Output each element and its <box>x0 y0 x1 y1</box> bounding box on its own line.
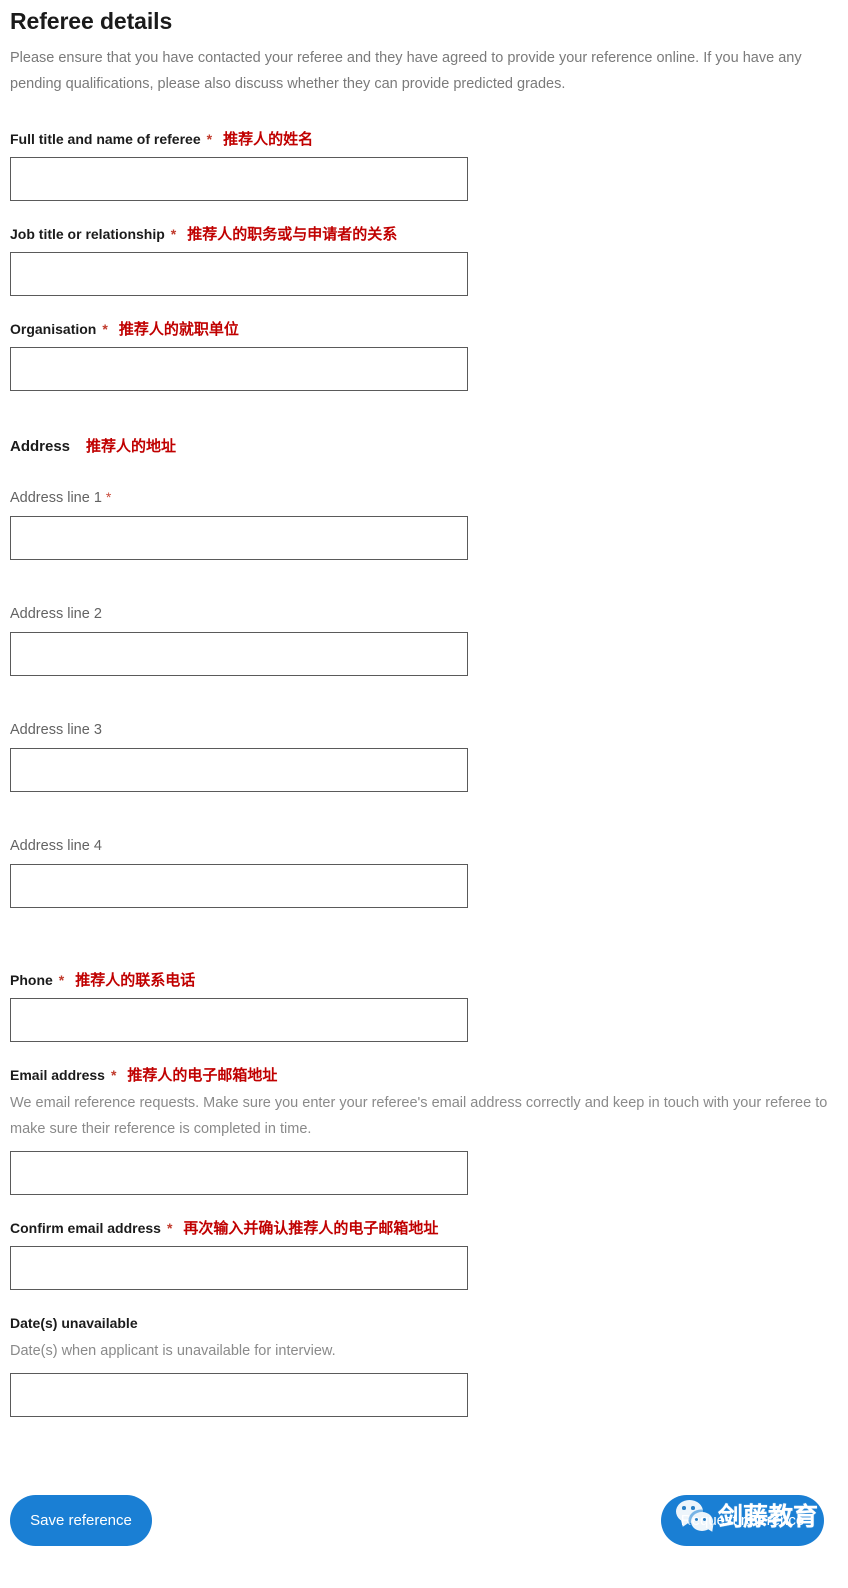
input-full-name[interactable] <box>10 157 468 201</box>
input-address-line-2[interactable] <box>10 632 468 676</box>
input-confirm-email[interactable] <box>10 1246 468 1290</box>
label-text: Email address <box>10 1067 105 1083</box>
label-dates-unavailable: Date(s) unavailable <box>10 1314 838 1332</box>
field-full-name: Full title and name of referee * 推荐人的姓名 <box>10 130 838 201</box>
field-address-line-3: Address line 3 <box>10 721 838 792</box>
required-asterisk: * <box>102 321 108 337</box>
request-reference-button[interactable]: Request reference <box>661 1495 824 1546</box>
intro-paragraph: Please ensure that you have contacted yo… <box>10 50 802 92</box>
referee-details-page: Referee details Please ensure that you h… <box>0 0 848 1588</box>
label-confirm-email: Confirm email address * 再次输入并确认推荐人的电子邮箱地… <box>10 1219 838 1237</box>
label-text: Organisation <box>10 321 97 337</box>
input-job-title[interactable] <box>10 252 468 296</box>
label-text: Phone <box>10 972 53 988</box>
input-organisation[interactable] <box>10 347 468 391</box>
label-text: Date(s) unavailable <box>10 1315 138 1331</box>
field-address-line-2: Address line 2 <box>10 605 838 676</box>
label-address-line-1: Address line 1 * <box>10 488 838 507</box>
label-job-title: Job title or relationship * 推荐人的职务或与申请者的… <box>10 225 838 243</box>
label-address-line-2: Address line 2 <box>10 605 838 623</box>
required-asterisk: * <box>206 131 213 147</box>
field-confirm-email: Confirm email address * 再次输入并确认推荐人的电子邮箱地… <box>10 1219 838 1290</box>
required-asterisk: * <box>166 1220 173 1236</box>
save-reference-button[interactable]: Save reference <box>10 1495 152 1546</box>
annotation-phone: 推荐人的联系电话 <box>75 971 196 989</box>
field-job-title: Job title or relationship * 推荐人的职务或与申请者的… <box>10 225 838 296</box>
field-phone: Phone * 推荐人的联系电话 <box>10 971 838 1042</box>
label-address-line-4: Address line 4 <box>10 837 838 855</box>
field-email: Email address * 推荐人的电子邮箱地址 We email refe… <box>10 1066 838 1195</box>
footer-actions: Save reference Request reference <box>0 1495 848 1555</box>
required-asterisk: * <box>110 1067 117 1083</box>
label-text: Full title and name of referee <box>10 131 201 147</box>
input-address-line-1[interactable] <box>10 516 468 560</box>
annotation-job-title: 推荐人的职务或与申请者的关系 <box>187 225 398 243</box>
input-address-line-4[interactable] <box>10 864 468 908</box>
required-asterisk: * <box>170 226 177 242</box>
input-address-line-3[interactable] <box>10 748 468 792</box>
annotation-email: 推荐人的电子邮箱地址 <box>127 1066 278 1084</box>
label-email: Email address * 推荐人的电子邮箱地址 <box>10 1066 838 1084</box>
label-address-line-3: Address line 3 <box>10 721 838 739</box>
field-address-line-1: Address line 1 * <box>10 488 838 560</box>
field-organisation: Organisation * 推荐人的就职单位 <box>10 320 838 391</box>
page-title: Referee details <box>10 8 173 34</box>
label-text: Address line 2 <box>10 606 102 622</box>
input-phone[interactable] <box>10 998 468 1042</box>
label-phone: Phone * 推荐人的联系电话 <box>10 971 838 989</box>
section-heading-address: Address 推荐人的地址 <box>10 436 838 457</box>
annotation-full-name: 推荐人的姓名 <box>223 130 314 148</box>
required-asterisk: * <box>58 972 65 988</box>
annotation-address: 推荐人的地址 <box>86 437 177 455</box>
label-text: Address line 1 <box>10 490 102 506</box>
label-full-name: Full title and name of referee * 推荐人的姓名 <box>10 130 838 148</box>
field-dates-unavailable: Date(s) unavailable Date(s) when applica… <box>10 1314 838 1417</box>
label-organisation: Organisation * 推荐人的就职单位 <box>10 320 838 338</box>
annotation-confirm-email: 再次输入并确认推荐人的电子邮箱地址 <box>183 1219 439 1237</box>
required-asterisk: * <box>105 489 112 505</box>
field-address-line-4: Address line 4 <box>10 837 838 908</box>
label-text: Confirm email address <box>10 1220 161 1236</box>
label-text: Address line 3 <box>10 722 102 738</box>
label-text: Job title or relationship <box>10 226 165 242</box>
hint-email: We email reference requests. Make sure y… <box>10 1095 828 1137</box>
input-email[interactable] <box>10 1151 468 1195</box>
hint-dates-unavailable: Date(s) when applicant is unavailable fo… <box>10 1343 336 1359</box>
label-text: Address line 4 <box>10 838 102 854</box>
annotation-organisation: 推荐人的就职单位 <box>118 320 239 338</box>
section-heading-text: Address <box>10 438 71 455</box>
input-dates-unavailable[interactable] <box>10 1373 468 1417</box>
